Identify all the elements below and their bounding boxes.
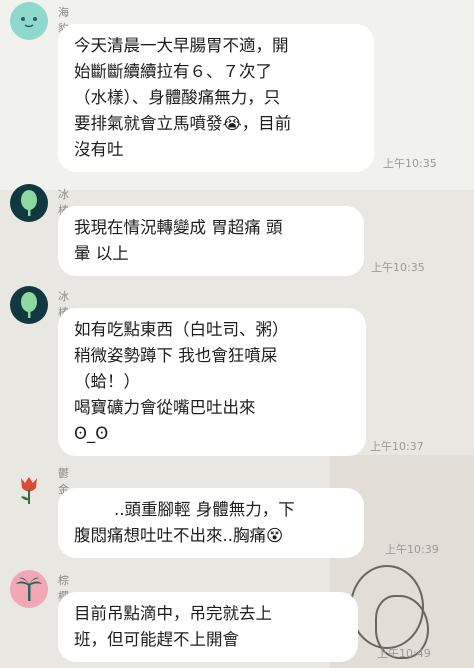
message-line: ..頭重腳輕 身體無力，下 [114, 500, 295, 519]
message-line: 如有吃點東西（白吐司、粥） [74, 320, 289, 339]
message-line: （水樣）、身體酸痛無力，只 [74, 88, 281, 107]
message-time: 上午10:39 [385, 543, 439, 556]
message-line: 目前吊點滴中，吊完就去上 [74, 604, 272, 623]
message-line: 稍微姿勢蹲下 我也會狂噴屎 [74, 346, 278, 365]
message-time: 上午10:35 [383, 157, 437, 170]
message-bubble[interactable]: 目前吊點滴中，吊完就去上 班，但可能趕不上開會 [58, 592, 358, 662]
palm-tree-avatar-icon[interactable] [10, 570, 48, 608]
message-line: 暈 以上 [74, 244, 129, 263]
message-line: 今天清晨一大早腸胃不適，開 [74, 36, 289, 55]
message-line: 沒有吐 [74, 140, 124, 159]
message-line: 我現在情況轉變成 胃超痛 頭 [74, 218, 283, 237]
message-line: 始斷斷續續拉有６、７次了 [74, 62, 272, 81]
tree-avatar-icon[interactable] [10, 184, 48, 222]
tree-avatar-icon[interactable] [10, 286, 48, 324]
message-time: 上午10:37 [370, 440, 424, 453]
message-bubble[interactable]: 今天清晨一大早腸胃不適，開 始斷斷續續拉有６、７次了 （水樣）、身體酸痛無力，只… [58, 24, 374, 172]
message-time: 上午10:49 [377, 647, 431, 660]
tulip-avatar-icon[interactable] [10, 470, 48, 508]
message-line: （蛤！） [74, 372, 140, 391]
message-line: 班，但可能趕不上開會 [74, 630, 239, 649]
message-line: 腹悶痛想吐吐不出來..胸痛😵 [74, 526, 284, 545]
message-bubble[interactable]: 我現在情況轉變成 胃超痛 頭 暈 以上 [58, 206, 364, 276]
message-line: 喝寶礦力會從嘴巴吐出來 [74, 398, 256, 417]
message-bubble[interactable]: ..頭重腳輕 身體無力，下 腹悶痛想吐吐不出來..胸痛😵 [58, 488, 364, 558]
message-line: 要排氣就會立馬噴發😭，目前 [74, 114, 292, 133]
teal-smiley-avatar-icon[interactable] [10, 2, 48, 40]
message-bubble[interactable]: 如有吃點東西（白吐司、粥） 稍微姿勢蹲下 我也會狂噴屎 （蛤！） 喝寶礦力會從嘴… [58, 308, 366, 456]
message-line: ʘ_ʘ [74, 424, 109, 443]
message-time: 上午10:35 [371, 261, 425, 274]
